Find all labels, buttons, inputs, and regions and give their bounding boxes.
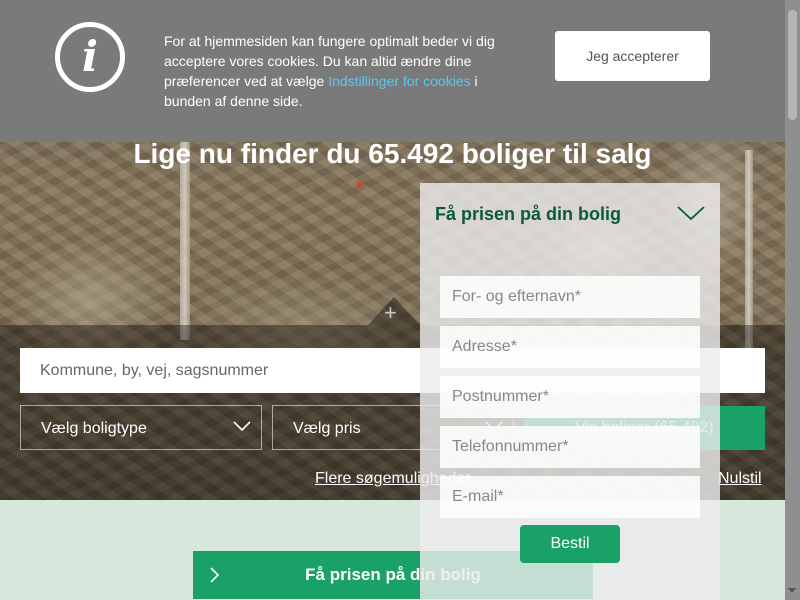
property-type-select[interactable]: Vælg boligtype <box>20 405 262 450</box>
cookie-banner: i For at hjemmesiden kan fungere optimal… <box>0 0 800 142</box>
scrollbar-thumb[interactable] <box>788 10 797 120</box>
tree-trunk <box>180 140 190 340</box>
property-type-label: Vælg boligtype <box>41 420 147 437</box>
price-form-title: Få prisen på din bolig <box>435 204 622 224</box>
name-field[interactable] <box>440 276 700 318</box>
price-select-label: Vælg pris <box>293 420 361 437</box>
reset-link[interactable]: Nulstil <box>718 470 762 488</box>
order-button[interactable]: Bestil <box>520 525 620 563</box>
plus-icon: + <box>384 300 397 325</box>
tree-trunk <box>745 150 753 350</box>
phone-field[interactable] <box>440 426 700 468</box>
chevron-down-icon[interactable] <box>677 205 705 221</box>
price-form-panel: Få prisen på din bolig Bestil <box>420 183 720 600</box>
chevron-right-icon <box>210 567 219 583</box>
cookie-message: For at hjemmesiden kan fungere optimalt … <box>164 31 524 111</box>
email-field[interactable] <box>440 476 700 518</box>
accept-cookies-button[interactable]: Jeg accepterer <box>555 31 710 81</box>
cookie-settings-link[interactable]: Indstillinger for cookies <box>328 73 470 89</box>
hero-title: Lige nu finder du 65.492 boliger til sal… <box>133 138 652 169</box>
address-field[interactable] <box>440 326 700 368</box>
chevron-down-icon <box>233 421 251 432</box>
info-icon: i <box>55 22 125 92</box>
postal-code-field[interactable] <box>440 376 700 418</box>
scroll-down-arrow-icon[interactable] <box>788 588 796 593</box>
